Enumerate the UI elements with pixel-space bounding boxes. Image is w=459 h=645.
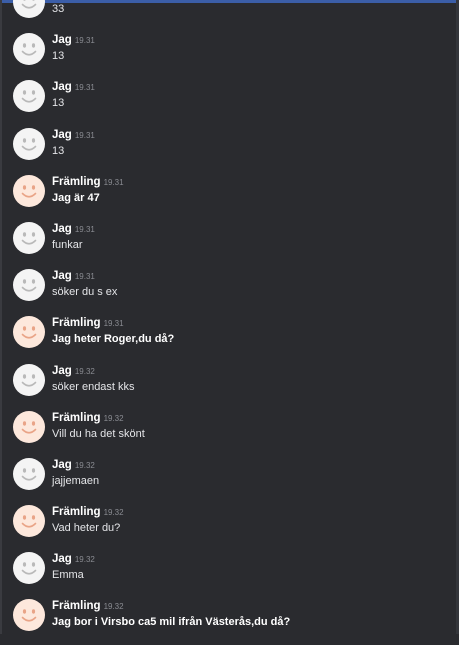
chat-message: Jag 19.31 söker du s ex (0, 267, 459, 314)
sender-name[interactable]: Främling 19.31 (52, 317, 124, 329)
sender-label: Främling (52, 506, 101, 519)
chat-message: Jag 19.32 söker endast kks (0, 362, 459, 409)
message-timestamp: 19.31 (74, 224, 95, 234)
message-text: Emma (52, 569, 84, 582)
chat-message: Jag 19.32 jajjemaen (0, 456, 459, 503)
message-timestamp: 19.31 (74, 272, 95, 282)
chat-message: Jag 19.31 13 (0, 126, 459, 173)
message-text: Vill du ha det skönt (52, 427, 145, 440)
message-text: funkar (52, 238, 83, 251)
smiley-face-icon[interactable] (13, 221, 45, 254)
message-timestamp: 19.31 (103, 177, 124, 187)
message-timestamp: 19.31 (74, 83, 95, 93)
chat-message: Främling 19.32 Vad heter du? (0, 503, 459, 550)
message-timestamp: 19.31 (103, 319, 124, 329)
chat-message: 33 (0, 0, 459, 31)
smiley-face-icon[interactable] (13, 127, 45, 160)
sender-label: Jag (52, 553, 72, 566)
sender-label: Jag (52, 34, 72, 47)
chat-message: Främling 19.31 Jag är 47 (0, 173, 459, 220)
sender-name[interactable]: Jag 19.31 (52, 270, 95, 282)
message-text: Jag heter Roger,du då? (52, 333, 175, 346)
message-timestamp: 19.31 (74, 36, 95, 46)
chat-message: Jag 19.32 Emma (0, 550, 459, 597)
message-text: söker endast kks (52, 380, 135, 393)
smiley-face-icon[interactable] (13, 80, 45, 113)
smiley-face-icon[interactable] (13, 505, 45, 538)
sender-label: Jag (52, 222, 72, 235)
chat-message: Främling 19.32 Vill du ha det skönt (0, 409, 459, 456)
message-timestamp: 19.32 (74, 555, 95, 565)
message-text: 13 (52, 50, 65, 63)
sender-label: Främling (52, 175, 101, 188)
chat-message: Främling 19.32 Jag bor i Virsbo ca5 mil if… (0, 597, 459, 644)
message-timestamp: 19.32 (103, 413, 124, 423)
sender-name[interactable]: Jag 19.31 (52, 129, 95, 141)
chat-message: Främling 19.31 Jag heter Roger,du då? (0, 314, 459, 361)
smiley-face-icon[interactable] (13, 269, 45, 302)
message-timestamp: 19.32 (74, 460, 95, 470)
chat-message: Jag 19.31 13 (0, 31, 459, 78)
message-text: 33 (52, 3, 65, 15)
message-text: Vad heter du? (52, 522, 121, 535)
sender-name[interactable]: Främling 19.32 (52, 506, 124, 518)
message-timestamp: 19.32 (74, 366, 95, 376)
message-text: Jag bor i Virsbo ca5 mil ifrån Västerås,… (52, 616, 291, 629)
smiley-face-icon[interactable] (13, 363, 45, 396)
smiley-face-icon[interactable] (13, 33, 45, 66)
smiley-face-icon[interactable] (13, 174, 45, 207)
sender-label: Främling (52, 411, 101, 424)
sender-name[interactable]: Främling 19.32 (52, 412, 124, 424)
message-text: Jag är 47 (52, 191, 100, 204)
message-timestamp: 19.31 (74, 130, 95, 140)
smiley-face-icon[interactable] (13, 457, 45, 490)
sender-name[interactable]: Jag 19.32 (52, 553, 95, 565)
sender-name[interactable]: Jag 19.31 (52, 81, 95, 93)
message-timestamp: 19.32 (103, 508, 124, 518)
sender-label: Jag (52, 364, 72, 377)
chat-message: Jag 19.31 13 (0, 78, 459, 125)
sender-label: Främling (52, 600, 101, 613)
message-text: 13 (52, 97, 65, 110)
smiley-face-icon[interactable] (13, 410, 45, 443)
smiley-face-icon[interactable] (13, 599, 45, 632)
sender-label: Jag (52, 81, 72, 94)
smiley-face-icon[interactable] (13, 316, 45, 349)
sender-name[interactable]: Främling 19.32 (52, 600, 124, 612)
message-text: jajjemaen (52, 474, 100, 487)
chat-log[interactable]: 33 Jag 19.31 13 Jag 19.31 13 Jag 19.31 13 Främling… (0, 0, 459, 645)
sender-name[interactable]: Jag 19.32 (52, 459, 95, 471)
smiley-face-icon[interactable] (13, 0, 45, 18)
message-text: 13 (52, 144, 65, 157)
sender-name[interactable]: Jag 19.31 (52, 223, 95, 235)
sender-label: Främling (52, 317, 101, 330)
sender-name[interactable]: Främling 19.31 (52, 176, 124, 188)
smiley-face-icon[interactable] (13, 552, 45, 585)
message-text: söker du s ex (52, 286, 118, 299)
sender-label: Jag (52, 458, 72, 471)
chat-message: Jag 19.31 funkar (0, 220, 459, 267)
message-timestamp: 19.32 (103, 602, 124, 612)
sender-name[interactable]: Jag 19.31 (52, 34, 95, 46)
sender-label: Jag (52, 128, 72, 141)
sender-name[interactable]: Jag 19.32 (52, 365, 95, 377)
sender-label: Jag (52, 270, 72, 283)
